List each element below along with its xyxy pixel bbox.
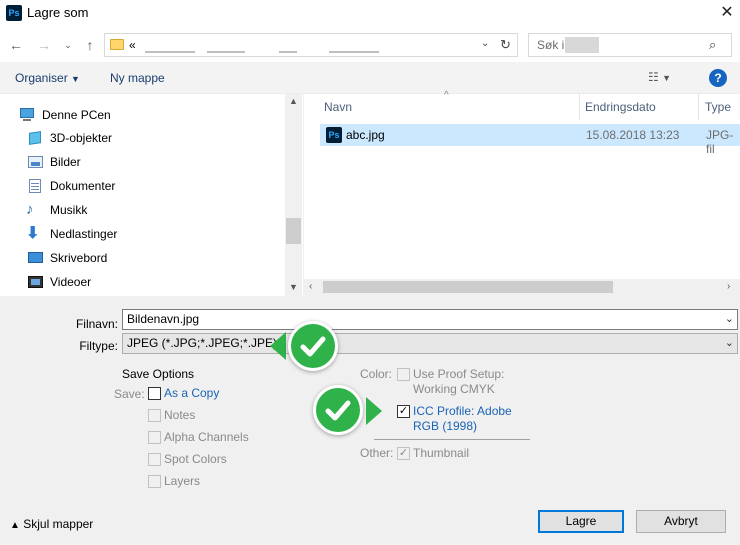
alpha-channels-label: Alpha Channels — [164, 430, 249, 444]
cancel-button[interactable]: Avbryt — [636, 510, 726, 533]
scroll-left-arrow-icon[interactable]: ‹ — [309, 281, 312, 292]
chevron-down-icon[interactable]: ⌄ — [725, 334, 734, 353]
annotation-arrow — [366, 397, 382, 425]
working-cmyk-label: Working CMYK — [413, 382, 495, 396]
scroll-up-arrow-icon[interactable]: ▲ — [289, 96, 298, 106]
title-bar: Ps Lagre som ✕ — [0, 0, 740, 27]
icc-profile-checkbox[interactable]: ✓ — [397, 405, 410, 418]
scroll-right-arrow-icon[interactable]: › — [727, 281, 730, 292]
chevron-up-icon: ▲ — [10, 520, 20, 531]
check-badge-icon — [313, 385, 363, 435]
notes-checkbox[interactable] — [148, 409, 161, 422]
computer-icon — [18, 107, 36, 123]
file-type: JPG-fil — [706, 128, 734, 156]
cube-icon — [26, 130, 44, 146]
horizontal-scrollbar[interactable]: ‹ › — [303, 279, 740, 296]
spot-colors-label: Spot Colors — [164, 452, 227, 466]
redacted-folder-name — [565, 37, 599, 53]
alpha-channels-checkbox[interactable] — [148, 431, 161, 444]
check-badge-icon — [288, 321, 338, 371]
up-arrow-icon[interactable]: ↑ — [80, 34, 100, 56]
back-arrow-icon[interactable]: ← — [6, 34, 26, 56]
filetype-value: JPEG (*.JPG;*.JPEG;*.JPE) — [127, 336, 278, 350]
table-row[interactable]: Ps abc.jpg 15.08.2018 13:23 JPG-fil — [320, 124, 740, 156]
filename-field[interactable]: Bildenavn.jpg ⌄ — [122, 309, 738, 330]
notes-label: Notes — [164, 408, 196, 422]
view-options-icon[interactable]: ☷ ▼ — [648, 70, 671, 84]
column-header-name[interactable]: Navn — [324, 100, 352, 114]
thumbnail-label: Thumbnail — [413, 446, 470, 460]
new-folder-button[interactable]: Ny mappe — [110, 71, 165, 85]
chevron-down-icon[interactable]: ⌄ — [725, 310, 734, 329]
file-name: abc.jpg — [346, 128, 385, 142]
save-label: Save: — [114, 387, 145, 401]
column-header-date[interactable]: Endringsdato — [585, 100, 656, 114]
help-icon[interactable]: ? — [709, 69, 727, 87]
filename-value: Bildenavn.jpg — [127, 312, 200, 326]
nav-label: 3D-objekter — [50, 131, 113, 145]
close-icon[interactable]: ✕ — [716, 2, 738, 24]
use-proof-setup-label: Use Proof Setup: — [413, 367, 505, 381]
documents-icon — [26, 178, 44, 194]
breadcrumb-overflow: « — [129, 38, 136, 52]
file-date: 15.08.2018 13:23 — [586, 128, 680, 142]
address-dropdown-chevron-icon[interactable]: ⌄ — [481, 38, 489, 49]
search-icon: ⌕ — [709, 37, 717, 52]
music-icon: ♪ — [26, 201, 34, 218]
icc-profile-label[interactable]: ICC Profile: Adobe — [413, 404, 512, 418]
as-a-copy-label[interactable]: As a Copy — [164, 386, 219, 400]
filetype-select[interactable]: JPEG (*.JPG;*.JPEG;*.JPE) ⌄ — [122, 333, 738, 354]
filename-label: Filnavn: — [75, 317, 118, 331]
forward-arrow-icon[interactable]: → — [34, 34, 54, 56]
use-proof-setup-checkbox[interactable] — [397, 368, 410, 381]
pictures-icon — [26, 154, 44, 170]
window-title: Lagre som — [27, 5, 89, 20]
layers-label: Layers — [164, 474, 201, 488]
photoshop-icon: Ps — [6, 5, 22, 21]
search-input[interactable]: Søk i ⌕ — [528, 33, 732, 57]
file-list: ^ Navn Endringsdato Type Ps abc.jpg 15.0… — [303, 90, 740, 296]
folder-icon — [110, 39, 124, 50]
color-label: Color: — [360, 367, 393, 381]
refresh-icon[interactable]: ↻ — [500, 37, 511, 53]
desktop-icon — [26, 250, 44, 266]
thumbnail-checkbox[interactable]: ✓ — [397, 447, 410, 460]
nav-label: Bilder — [50, 155, 81, 169]
photoshop-file-icon: Ps — [326, 127, 342, 143]
navigation-pane: Denne PCen 3D-objekter Bilder Dokumenter… — [0, 94, 302, 296]
annotation-arrow — [270, 332, 286, 360]
other-label: Other: — [360, 446, 394, 460]
nav-label: Musikk — [50, 203, 88, 217]
scroll-down-arrow-icon[interactable]: ▼ — [289, 282, 298, 292]
icc-profile-label-line2: RGB (1998) — [413, 419, 478, 433]
hide-folders-toggle[interactable]: ▲ Skjul mapper — [10, 517, 93, 531]
save-button[interactable]: Lagre — [538, 510, 624, 533]
filetype-label: Filtype: — [79, 339, 118, 353]
save-options-title: Save Options — [122, 367, 195, 381]
column-header-type[interactable]: Type — [705, 100, 731, 114]
organize-label: Organiser — [15, 71, 68, 85]
search-placeholder: Søk i — [537, 38, 565, 52]
nav-label: Videoer — [50, 275, 92, 289]
toolbar: Organiser ▼ Ny mappe ☷ ▼ ? — [0, 62, 740, 94]
as-a-copy-checkbox[interactable] — [148, 387, 161, 400]
recent-locations-chevron-icon[interactable]: ⌄ — [58, 34, 78, 56]
organize-menu[interactable]: Organiser ▼ — [15, 71, 80, 85]
hide-folders-label: Skjul mapper — [23, 517, 94, 531]
address-bar[interactable]: « ⌄ ↻ — [104, 33, 518, 57]
sort-ascending-icon: ^ — [444, 90, 449, 101]
nav-label: Skrivebord — [50, 251, 108, 265]
navigation-scrollbar[interactable]: ▲ ▼ — [285, 94, 302, 296]
spot-colors-checkbox[interactable] — [148, 453, 161, 466]
video-icon — [26, 274, 44, 290]
scroll-thumb[interactable] — [286, 218, 301, 244]
divider — [374, 439, 530, 440]
nav-label: Denne PCen — [42, 108, 111, 122]
download-icon: ⬇ — [26, 225, 40, 242]
layers-checkbox[interactable] — [148, 475, 161, 488]
nav-label: Dokumenter — [50, 179, 116, 193]
nav-label: Nedlastinger — [50, 227, 118, 241]
scroll-thumb[interactable] — [323, 281, 613, 293]
